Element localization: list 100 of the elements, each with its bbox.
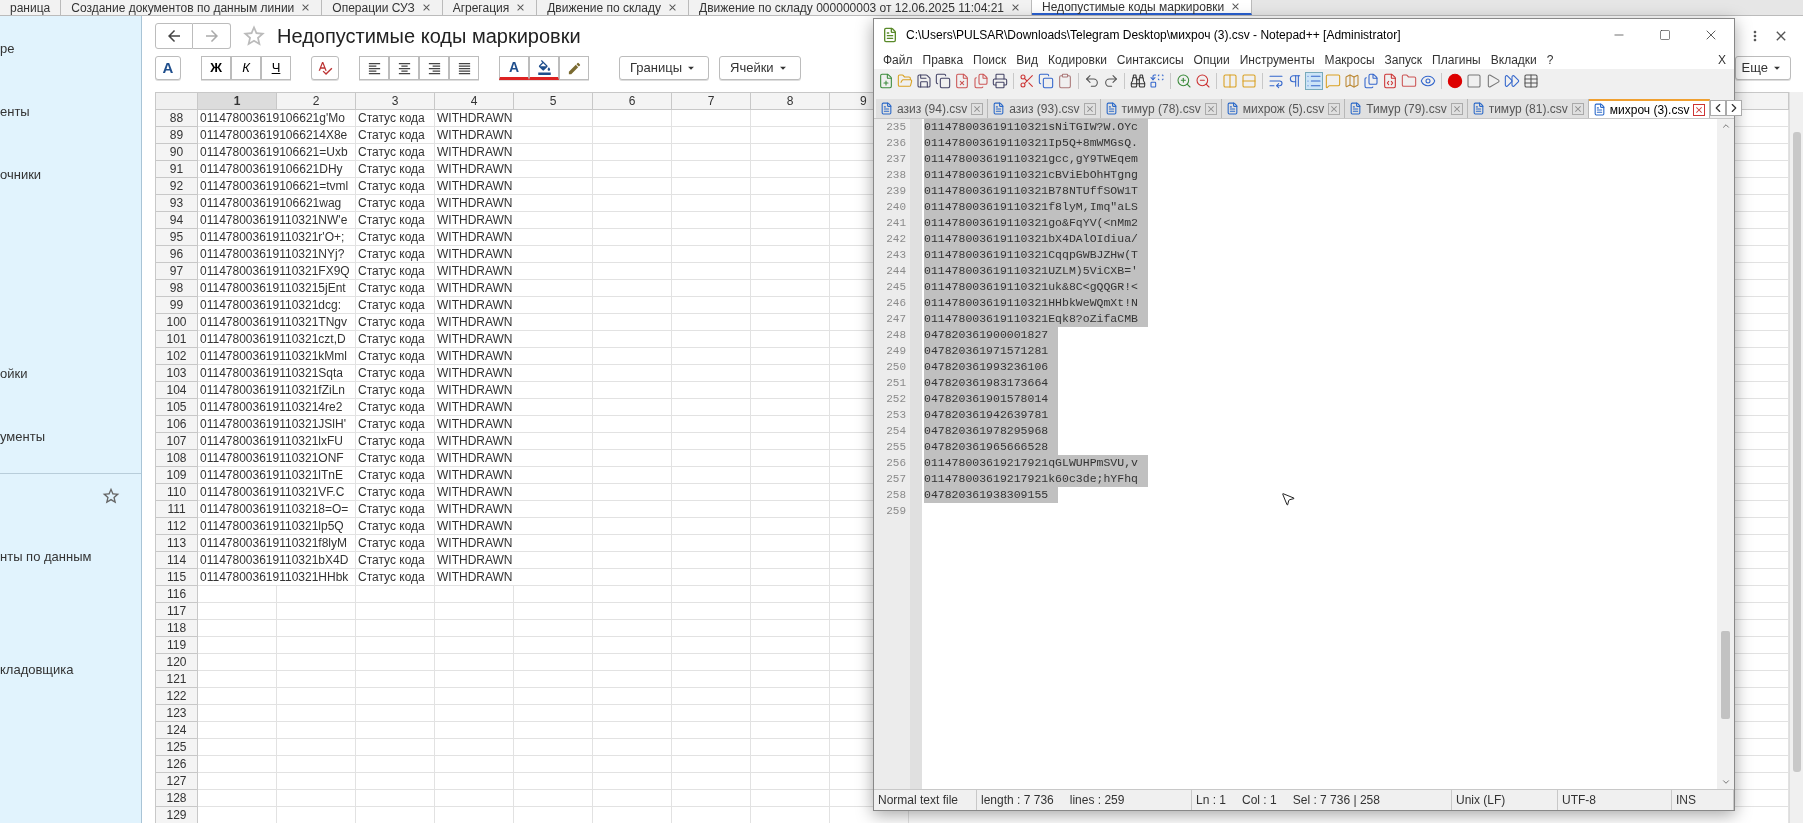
file-tab[interactable]: тимур (81).csv	[1467, 99, 1589, 118]
new-file-icon[interactable]	[878, 73, 894, 89]
sidebar-item[interactable]: ументы	[0, 430, 141, 443]
text-color-button[interactable]: A	[499, 56, 529, 80]
edit-button[interactable]	[559, 56, 589, 80]
sidebar-item[interactable]: енты	[0, 105, 141, 118]
copy-icon[interactable]	[1038, 73, 1054, 89]
file-tab[interactable]: михрож (5).csv	[1221, 99, 1346, 118]
sidebar-item[interactable]: нты по данным	[0, 550, 141, 563]
zoom-in-icon[interactable]	[1176, 73, 1192, 89]
document-tab[interactable]: Агрегация	[442, 0, 538, 15]
column-header[interactable]: 4	[470, 94, 478, 108]
documents-icon[interactable]	[1363, 73, 1379, 89]
paste-icon[interactable]	[1057, 73, 1073, 89]
table-cell: WITHDRAWN	[437, 434, 513, 448]
format-button[interactable]: Ч	[261, 56, 291, 80]
zoom-out-icon[interactable]	[1195, 73, 1211, 89]
back-button[interactable]	[155, 23, 193, 49]
column-header[interactable]: 7	[707, 94, 715, 108]
menu-item[interactable]: Макросы	[1319, 54, 1380, 66]
close-document-button[interactable]: X	[1714, 54, 1730, 66]
file-tab[interactable]: тимур (78).csv	[1100, 99, 1222, 118]
font-button[interactable]: A	[155, 56, 181, 80]
line-number: 259	[886, 505, 906, 517]
column-header[interactable]: 2	[312, 94, 320, 108]
sidebar-item[interactable]: кладовщика	[0, 663, 141, 676]
save-all-icon[interactable]	[935, 73, 951, 89]
play-icon[interactable]	[1485, 73, 1501, 89]
file-tab[interactable]: азиз (94).csv	[876, 99, 989, 118]
macro-list-icon[interactable]	[1523, 73, 1539, 89]
scrollbar[interactable]	[1717, 119, 1734, 789]
document-tab[interactable]: раница	[0, 0, 62, 15]
sidebar-item[interactable]: ойки	[0, 367, 141, 380]
menu-item[interactable]: ?	[1541, 54, 1559, 66]
star-icon[interactable]	[241, 23, 267, 49]
menu-item[interactable]: Правка	[917, 54, 969, 66]
document-tab[interactable]: Операции СУЗ	[322, 0, 443, 15]
menu-item[interactable]: Плагины	[1427, 54, 1486, 66]
column-header[interactable]: 9	[860, 94, 867, 108]
cut-icon[interactable]	[1019, 73, 1035, 89]
sidebar-item[interactable]: очники	[0, 168, 141, 181]
dropdown-button[interactable]: Ячейки	[719, 56, 801, 80]
eye-icon[interactable]	[1420, 73, 1436, 89]
document-tab[interactable]: Недопустимые коды маркировки	[1032, 0, 1253, 15]
redo-icon[interactable]	[1103, 73, 1119, 89]
scroll-left-button[interactable]	[1710, 100, 1727, 116]
document-tab[interactable]: Создание документов по данным линии	[61, 0, 323, 15]
menu-item[interactable]: Вкладки	[1485, 54, 1542, 66]
file-tab[interactable]: Тимур (79).csv	[1345, 99, 1468, 118]
scroll-right-button[interactable]	[1726, 100, 1743, 116]
column-header[interactable]: 1	[233, 94, 241, 108]
column-header[interactable]: 3	[391, 94, 399, 108]
menu-item[interactable]: Файл	[878, 54, 918, 66]
more-button[interactable]: Еще	[1734, 56, 1791, 80]
sidebar-item[interactable]: ре	[0, 42, 141, 55]
scroll-thumb[interactable]	[1792, 132, 1801, 772]
close-all-icon[interactable]	[973, 73, 989, 89]
file-tab[interactable]: михроч (3).csv	[1588, 99, 1711, 118]
menu-item[interactable]: Синтаксисы	[1111, 54, 1189, 66]
menu-item[interactable]: Опции	[1188, 54, 1235, 66]
format-button[interactable]: Ж	[201, 56, 231, 80]
table-cell: Статус кода	[358, 196, 425, 210]
column-header[interactable]: 5	[549, 94, 557, 108]
table-cell: 011478003619106621=Uxb	[200, 145, 348, 159]
menu-item[interactable]: Инструменты	[1234, 54, 1320, 66]
fast-forward-icon[interactable]	[1504, 73, 1520, 89]
pilcrow-icon[interactable]	[1287, 73, 1303, 89]
menu-item[interactable]: Поиск	[968, 54, 1012, 66]
folder-icon[interactable]	[1401, 73, 1417, 89]
wrap-icon[interactable]	[1268, 73, 1284, 89]
menu-item[interactable]: Вид	[1011, 54, 1044, 66]
indent-guide-icon[interactable]	[1306, 73, 1322, 89]
align-right-button[interactable]	[419, 56, 449, 80]
code-file-icon[interactable]	[1382, 73, 1398, 89]
menu-item[interactable]: Кодировки	[1043, 54, 1112, 66]
print-icon[interactable]	[992, 73, 1008, 89]
scrollbar[interactable]	[1789, 92, 1803, 823]
find-icon[interactable]	[1130, 73, 1146, 89]
document-tab[interactable]: Движение по складу	[537, 0, 690, 15]
document-tab[interactable]: Движение по складу 000000003 от 12.06.2025 11:04:21	[689, 0, 1033, 15]
file-tab[interactable]: азиз (93).csv	[988, 99, 1101, 118]
format-button[interactable]: К	[231, 56, 261, 80]
fill-color-button[interactable]	[529, 56, 559, 80]
star-icon[interactable]	[101, 486, 121, 506]
dropdown-button[interactable]: Границы	[619, 56, 709, 80]
menu-item[interactable]: Запуск	[1379, 54, 1428, 66]
spellcheck-button[interactable]	[311, 56, 339, 80]
close-file-icon[interactable]	[954, 73, 970, 89]
align-center-button[interactable]	[389, 56, 419, 80]
column-header[interactable]: 6	[628, 94, 636, 108]
close-icon[interactable]	[1693, 103, 1706, 116]
undo-icon[interactable]	[1084, 73, 1100, 89]
map-icon[interactable]	[1344, 73, 1360, 89]
align-left-button[interactable]	[359, 56, 389, 80]
justify-button[interactable]	[449, 56, 479, 80]
record-icon[interactable]	[1447, 73, 1463, 89]
scroll-thumb[interactable]	[1721, 631, 1730, 719]
replace-icon[interactable]	[1149, 73, 1165, 89]
column-header[interactable]: 8	[786, 94, 794, 108]
save-icon[interactable]	[916, 73, 932, 89]
